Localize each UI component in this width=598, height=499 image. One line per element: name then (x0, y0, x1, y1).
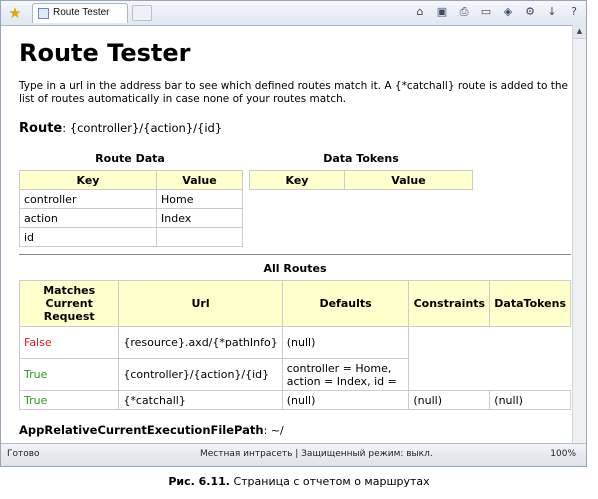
route-match: True (18, 390, 120, 410)
route-defaults: controller = Home, action = Index, id = (281, 358, 410, 391)
route-data-value: Index (156, 208, 243, 228)
route-label: Route (19, 121, 63, 136)
browser-window: ★ Route Tester ⌂ ▣ ⎙ ▭ ◈ ⚙ ↓ ? Route Tes… (0, 0, 587, 467)
tools-menu-icon[interactable]: ⚙ (524, 5, 536, 19)
figure-label: Рис. 6.11. (168, 475, 230, 488)
safety-menu-icon[interactable]: ◈ (502, 5, 514, 19)
route-url: {controller}/{action}/{id} (118, 358, 283, 391)
route-constraints (409, 359, 490, 391)
table-row: id (19, 227, 243, 247)
page-content: Route Tester Type in a url in the addres… (1, 25, 586, 445)
figure-text: Страница с отчетом о маршрутах (229, 475, 430, 488)
route-value: : {controller}/{action}/{id} (62, 121, 223, 135)
route-match: False (18, 326, 120, 359)
table-row: True {controller}/{action}/{id} controll… (18, 358, 571, 391)
status-bar: Готово Местная интрасеть | Защищенный ре… (1, 443, 586, 466)
figure-caption: Рис. 6.11. Страница с отчетом о маршрута… (0, 475, 598, 488)
tab-title: Route Tester (53, 7, 110, 18)
route-defaults: (null) (281, 326, 410, 359)
route-data-value: Home (156, 189, 243, 209)
feeds-icon[interactable]: ▣ (436, 5, 448, 19)
table-row: action Index (19, 208, 243, 228)
route-url: {*catchall} (118, 390, 283, 410)
route-url: {resource}.axd/{*pathInfo} (118, 326, 283, 359)
vertical-scrollbar[interactable]: ▲ (572, 25, 586, 445)
route-data-value-header: Value (156, 170, 243, 190)
divider (19, 254, 571, 255)
new-tab-button[interactable] (132, 5, 152, 21)
zone-text: Местная интрасеть | Защищенный режим: вы… (200, 449, 433, 459)
research-icon[interactable]: ↓ (546, 5, 558, 19)
status-text: Готово (7, 449, 40, 459)
intro-text: Type in a url in the address bar to see … (19, 80, 569, 105)
home-icon[interactable]: ⌂ (414, 5, 426, 19)
all-routes-table: Matches Current Request Url Defaults Con… (18, 280, 571, 410)
route-datatokens: (null) (489, 390, 571, 410)
print-icon[interactable]: ⎙ (458, 5, 470, 19)
matches-header: Matches Current Request (18, 280, 120, 327)
tab-bar: ★ Route Tester ⌂ ▣ ⎙ ▭ ◈ ⚙ ↓ ? (1, 1, 586, 26)
page-icon (38, 8, 49, 19)
route-datatokens (490, 327, 571, 359)
command-bar: ⌂ ▣ ⎙ ▭ ◈ ⚙ ↓ ? (414, 5, 580, 19)
route-defaults: (null) (281, 390, 410, 410)
route-data-value (156, 227, 243, 247)
route-data-key: id (19, 227, 157, 247)
datatokens-header: DataTokens (489, 280, 571, 327)
defaults-header: Defaults (281, 280, 410, 327)
page-menu-icon[interactable]: ▭ (480, 5, 492, 19)
route-data-key-header: Key (19, 170, 157, 190)
table-row: False {resource}.axd/{*pathInfo} (null) (18, 326, 571, 359)
route-line: Route: {controller}/{action}/{id} (19, 121, 222, 136)
data-tokens-key-header: Key (249, 170, 345, 190)
zoom-control[interactable]: 100% (550, 449, 576, 459)
route-data-key: controller (19, 189, 157, 209)
app-path-value: : ~/ (263, 424, 284, 437)
data-tokens-caption: Data Tokens (323, 152, 399, 165)
route-match: True (18, 358, 120, 391)
favorites-star-icon[interactable]: ★ (7, 5, 23, 21)
data-tokens-table: Key Value (249, 170, 473, 190)
tab-route-tester[interactable]: Route Tester (32, 3, 128, 23)
route-data-key: action (19, 208, 157, 228)
help-icon[interactable]: ? (568, 5, 580, 19)
route-data-table: Key Value controller Home action Index i… (19, 170, 243, 247)
data-tokens-value-header: Value (344, 170, 473, 190)
app-path-line: AppRelativeCurrentExecutionFilePath: ~/ (19, 423, 284, 437)
route-datatokens (490, 359, 571, 391)
route-constraints (409, 327, 490, 359)
table-row: True {*catchall} (null) (null) (null) (18, 390, 571, 410)
route-constraints: (null) (408, 390, 491, 410)
constraints-header: Constraints (408, 280, 491, 327)
app-path-label: AppRelativeCurrentExecutionFilePath (19, 423, 264, 437)
all-routes-caption: All Routes (263, 262, 327, 275)
table-row: controller Home (19, 189, 243, 209)
url-header: Url (118, 280, 283, 327)
scroll-up-icon[interactable]: ▲ (573, 25, 586, 39)
route-data-caption: Route Data (95, 152, 165, 165)
page-title: Route Tester (19, 39, 191, 67)
